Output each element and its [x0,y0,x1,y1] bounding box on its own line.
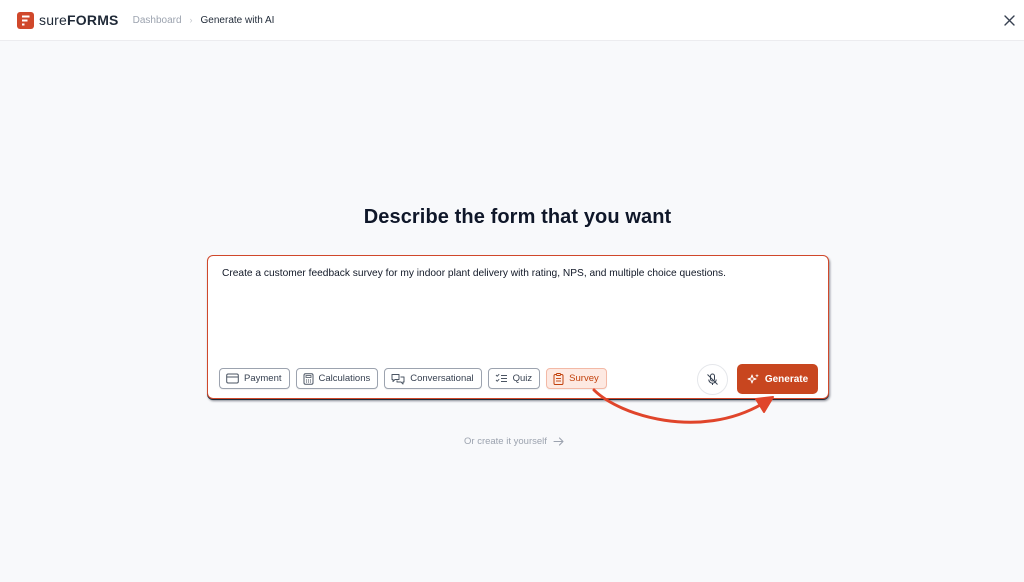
breadcrumb-dashboard-link[interactable]: Dashboard [133,15,182,26]
microphone-off-icon [707,373,718,385]
create-yourself-label: Or create it yourself [464,436,547,447]
chip-payment[interactable]: Payment [219,368,290,389]
brand-name-bold: FORMS [67,12,119,28]
chip-calculations[interactable]: Calculations [295,368,379,389]
chip-quiz-label: Quiz [512,373,533,384]
create-yourself-link[interactable]: Or create it yourself [464,436,564,447]
voice-input-button[interactable] [697,364,728,395]
sparkles-icon [747,373,759,383]
close-button[interactable] [1001,12,1017,28]
close-icon [1003,14,1015,26]
prompt-input-box[interactable]: Create a customer feedback survey for my… [207,255,829,399]
chip-conversational-label: Conversational [410,373,474,384]
chat-bubbles-icon [391,373,405,384]
clipboard-icon [553,372,564,385]
brand-name-light: sure [39,12,68,28]
chip-quiz[interactable]: Quiz [487,368,541,389]
breadcrumb-separator-icon: › [189,15,193,25]
form-type-chips: Payment Calculations Conversational Quiz… [219,368,607,389]
chip-conversational[interactable]: Conversational [384,368,482,389]
generate-button[interactable]: Generate [737,364,818,394]
calculator-icon [303,372,313,385]
sureforms-logo[interactable]: sureFORMS [17,11,119,29]
sureforms-logo-icon [17,11,34,29]
top-bar: sureFORMS Dashboard › Generate with AI [0,0,1024,41]
brand-name: sureFORMS [39,12,119,28]
generate-button-label: Generate [764,373,809,385]
chip-payment-label: Payment [244,373,282,384]
prompt-textarea[interactable]: Create a customer feedback survey for my… [222,267,812,281]
credit-card-icon [226,373,239,384]
checklist-icon [495,373,507,382]
arrow-right-icon [553,437,564,446]
chip-survey[interactable]: Survey [546,368,607,389]
page-title: Describe the form that you want [363,206,672,228]
chip-survey-label: Survey [569,373,599,384]
breadcrumb: Dashboard › Generate with AI [133,15,275,26]
breadcrumb-current: Generate with AI [200,14,275,26]
chip-calculations-label: Calculations [318,373,371,384]
